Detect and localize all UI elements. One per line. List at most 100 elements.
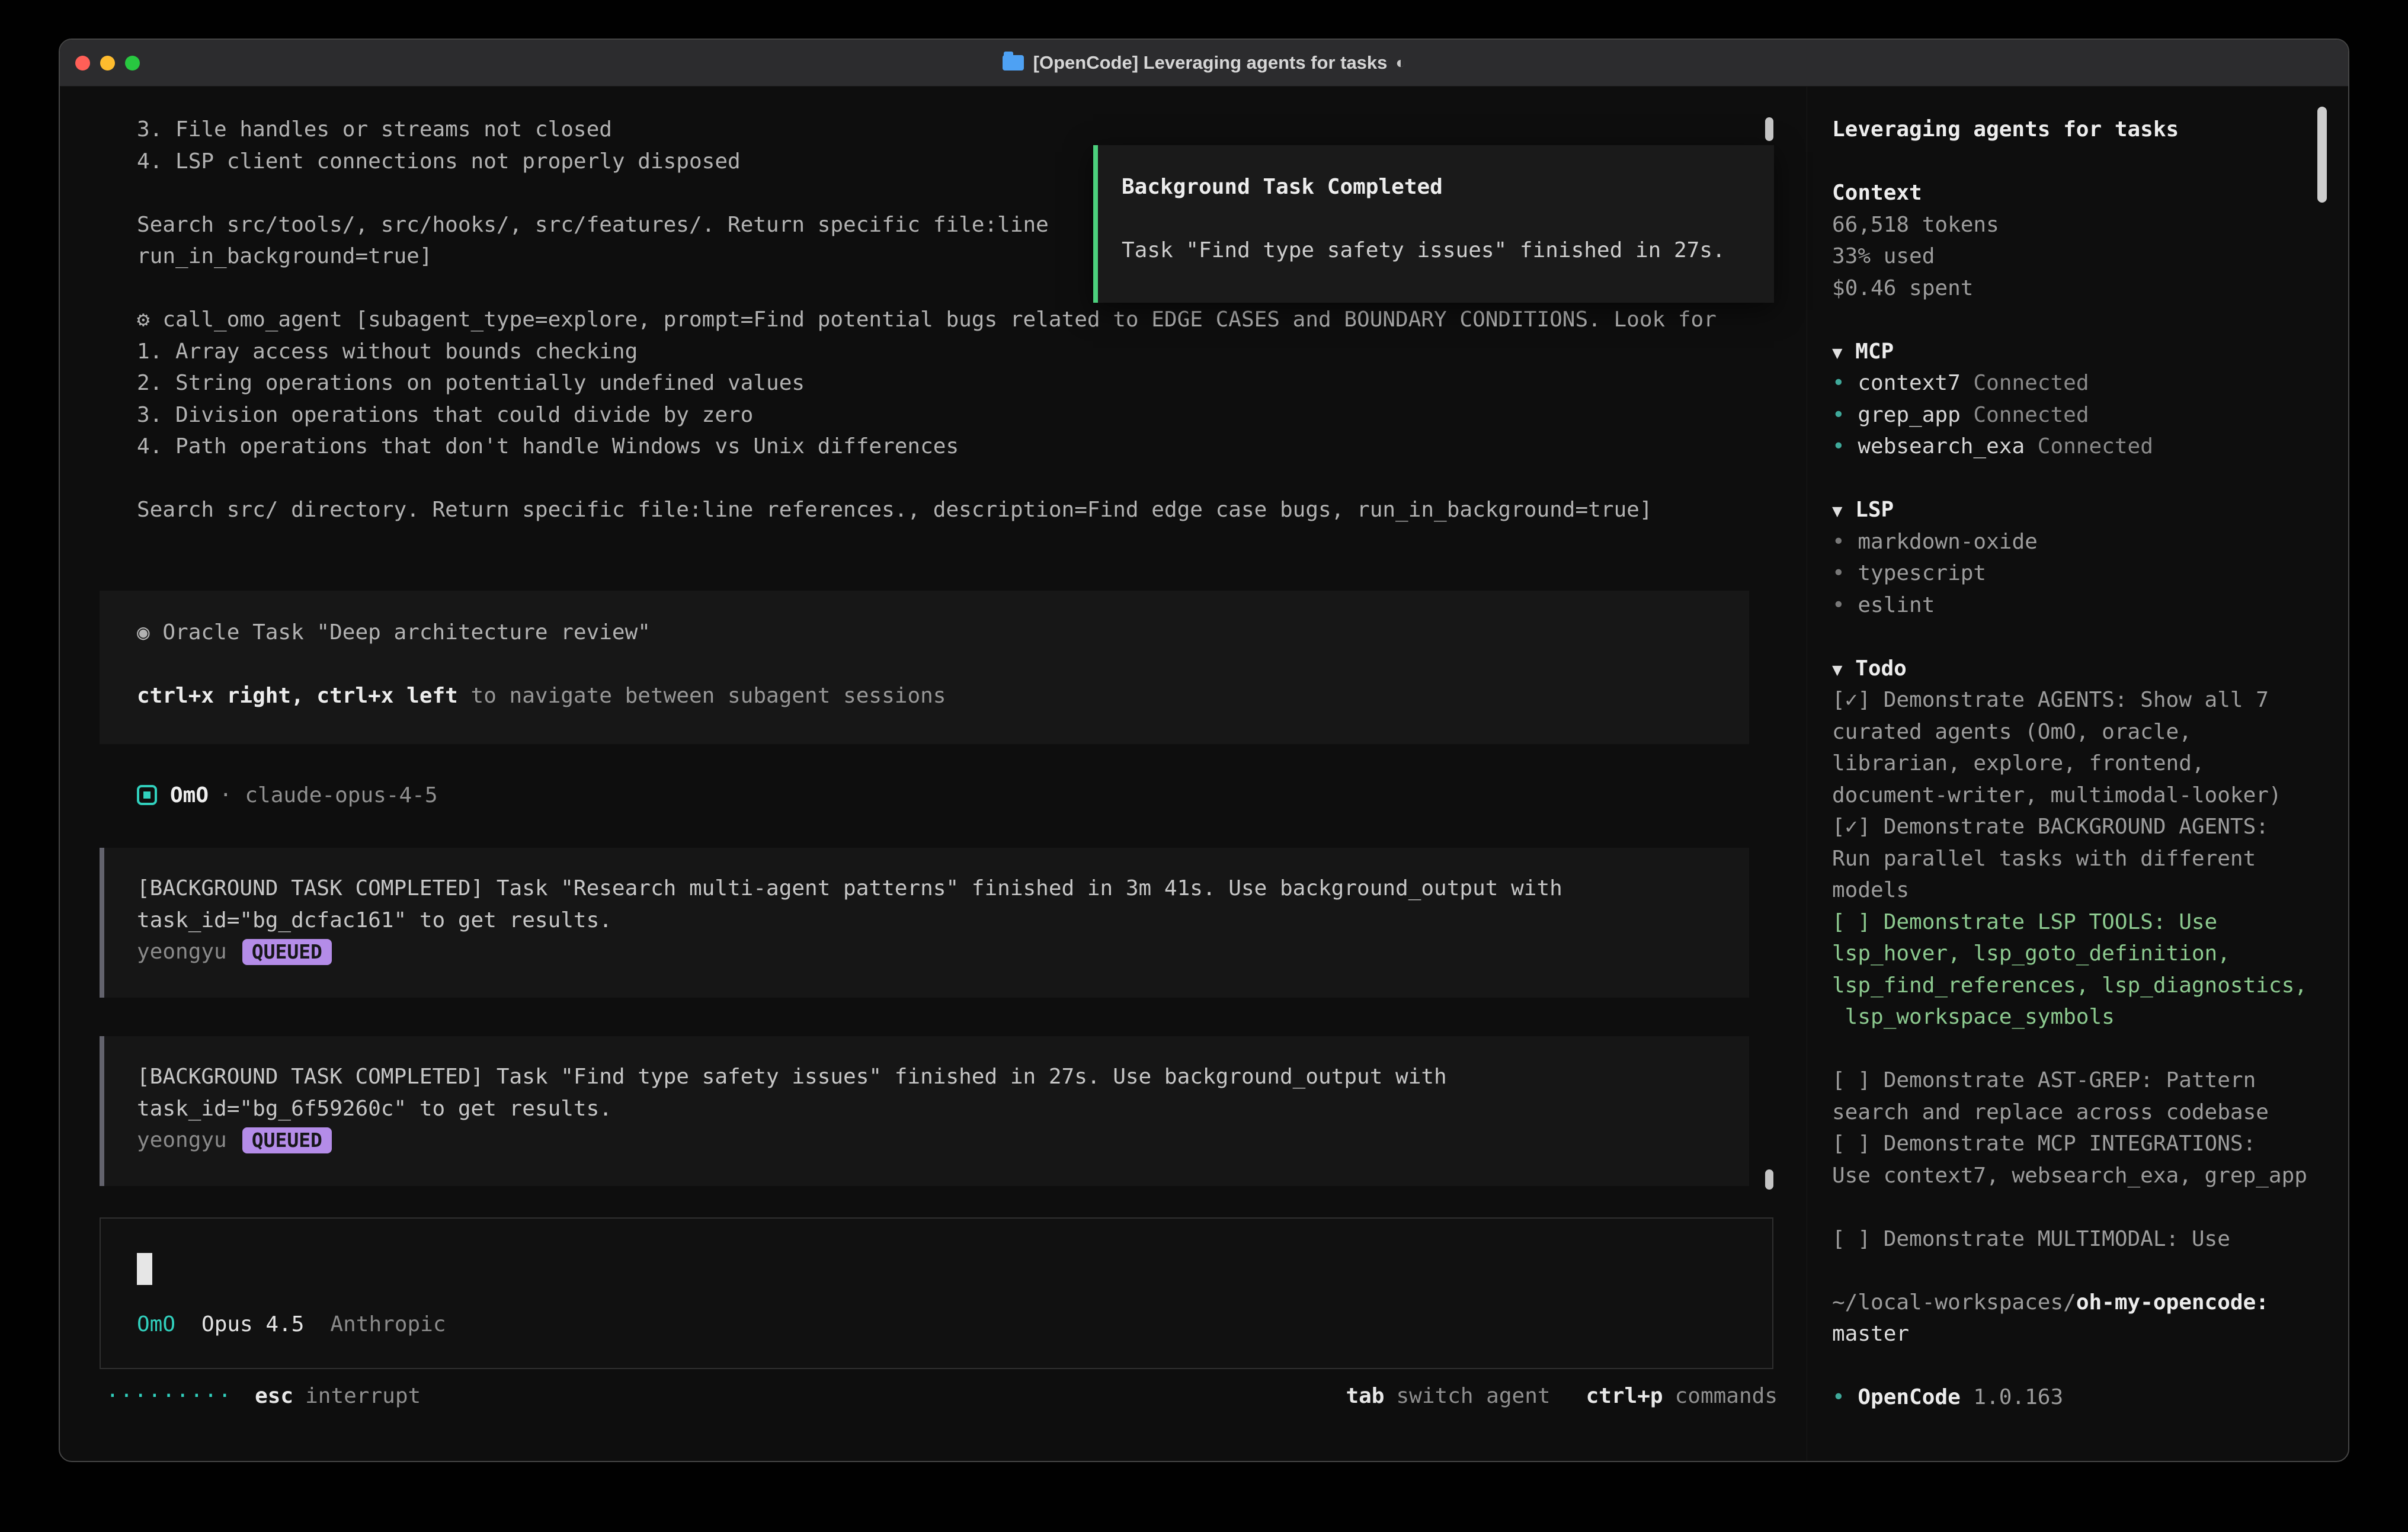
prompt-input[interactable]: OmO Opus 4.5 Anthropic <box>100 1217 1773 1369</box>
oracle-task-panel: ◉ Oracle Task "Deep architecture review"… <box>100 591 1749 744</box>
lsp-section: ▼ LSP • markdown-oxide• typescript• esli… <box>1832 494 2348 621</box>
terminal-window: [OpenCode] Leveraging agents for tasks ◐… <box>59 39 2349 1462</box>
agent-name: OmO <box>170 783 209 807</box>
toast-body: Task "Find type safety issues" finished … <box>1122 235 1756 267</box>
message-line: task_id="bg_dcfac161" to get results. <box>137 905 1749 937</box>
workspace-branch: master <box>1832 1318 2348 1350</box>
version-line: • OpenCode 1.0.163 <box>1832 1382 2348 1414</box>
session-title: Leveraging agents for tasks <box>1832 114 2348 146</box>
todo-section: ▼ Todo [✓] Demonstrate AGENTS: Show all … <box>1832 653 2348 1255</box>
message-block: [BACKGROUND TASK COMPLETED] Task "Resear… <box>100 848 1749 998</box>
agent-icon <box>137 785 157 805</box>
terminal-line: Search src/ directory. Return specific f… <box>137 494 1717 526</box>
agent-header: OmO · claude-opus-4-5 <box>137 779 438 811</box>
message-line: task_id="bg_6f59260c" to get results. <box>137 1093 1749 1125</box>
minimize-button[interactable] <box>100 56 115 70</box>
desktop: [OpenCode] Leveraging agents for tasks ◐… <box>0 0 2408 1532</box>
zoom-button[interactable] <box>125 56 140 70</box>
terminal-line: 2. String operations on potentially unde… <box>137 367 1717 399</box>
input-provider: Anthropic <box>330 1312 446 1337</box>
context-spent: $0.46 spent <box>1832 273 2348 305</box>
context-section: Context 66,518 tokens 33% used $0.46 spe… <box>1832 177 2348 304</box>
todo-line <box>1832 1191 2348 1223</box>
todo-line: Run parallel tasks with different <box>1832 843 2348 875</box>
window-title-text: [OpenCode] Leveraging agents for tasks <box>1033 52 1388 73</box>
ctrlp-key-label: commands <box>1675 1384 1778 1408</box>
mcp-item: • context7 Connected <box>1832 367 2348 399</box>
chat-scrollbar-thumb[interactable] <box>1765 117 1773 141</box>
app-name: OpenCode <box>1858 1385 1960 1409</box>
status-bar: ·········escinterrupt tabswitch agentctr… <box>106 1380 1778 1412</box>
close-button[interactable] <box>75 56 90 70</box>
input-model: Opus 4.5 <box>201 1312 304 1337</box>
lsp-item: • markdown-oxide <box>1832 526 2348 558</box>
chevron-down-icon: ▼ <box>1832 659 1842 680</box>
todo-line: models <box>1832 874 2348 906</box>
todo-heading[interactable]: ▼ Todo <box>1832 653 2348 685</box>
message-meta: yeongyu QUEUED <box>137 1124 1749 1156</box>
todo-line: lsp_workspace_symbols <box>1832 1001 2348 1033</box>
status-left: ········· esc interrupt <box>106 1384 421 1408</box>
version-section: • OpenCode 1.0.163 <box>1832 1382 2348 1414</box>
progress-icon: ◐ <box>1395 53 1405 72</box>
input-agent: OmO <box>137 1312 175 1337</box>
message-user: yeongyu <box>137 1128 227 1152</box>
lsp-item: • typescript <box>1832 557 2348 589</box>
model-line: OmO Opus 4.5 Anthropic <box>137 1312 446 1337</box>
lsp-list: • markdown-oxide• typescript• eslint <box>1832 526 2348 621</box>
spinner-dots: ········· <box>106 1384 232 1408</box>
todo-line: [✓] Demonstrate BACKGROUND AGENTS: <box>1832 811 2348 843</box>
todo-line: [ ] Demonstrate LSP TOOLS: Use <box>1832 906 2348 938</box>
terminal-line: 3. File handles or streams not closed <box>137 114 1717 146</box>
message-block: [BACKGROUND TASK COMPLETED] Task "Find t… <box>100 1036 1749 1186</box>
ctrlp-key-hint: ctrl+p <box>1586 1384 1663 1408</box>
chevron-down-icon: ▼ <box>1832 342 1842 363</box>
esc-key-hint: esc <box>255 1384 293 1408</box>
mcp-item: • websearch_exa Connected <box>1832 431 2348 463</box>
todo-line: search and replace across codebase <box>1832 1097 2348 1129</box>
toast-title: Background Task Completed <box>1122 171 1756 203</box>
tab-key-label: switch agent <box>1396 1384 1550 1408</box>
oracle-task-title: ◉ Oracle Task "Deep architecture review" <box>137 617 1749 649</box>
message-user: yeongyu <box>137 940 227 964</box>
context-used: 33% used <box>1832 241 2348 273</box>
workspace-path: ~/local-workspaces/oh-my-opencode: <box>1832 1287 2348 1319</box>
mcp-section: ▼ MCP • context7 Connected• grep_app Con… <box>1832 336 2348 463</box>
todo-list: [✓] Demonstrate AGENTS: Show all 7curate… <box>1832 684 2348 1255</box>
bullet-icon: • <box>1832 1385 1858 1409</box>
todo-line: [ ] Demonstrate AST-GREP: Pattern <box>1832 1065 2348 1097</box>
mcp-heading[interactable]: ▼ MCP <box>1832 336 2348 368</box>
workspace-section: ~/local-workspaces/oh-my-opencode: maste… <box>1832 1287 2348 1350</box>
lsp-heading[interactable]: ▼ LSP <box>1832 494 2348 526</box>
message-meta: yeongyu QUEUED <box>137 936 1749 968</box>
status-badge: QUEUED <box>242 939 332 965</box>
window-controls <box>75 40 140 86</box>
context-tokens: 66,518 tokens <box>1832 209 2348 241</box>
status-right: tabswitch agentctrl+pcommands <box>1346 1384 1778 1408</box>
oracle-task-hint: ctrl+x right, ctrl+x left to navigate be… <box>137 680 1749 712</box>
sidebar-scrollbar-thumb[interactable] <box>2317 107 2327 203</box>
terminal-line: 4. Path operations that don't handle Win… <box>137 431 1717 463</box>
text-cursor <box>137 1253 152 1285</box>
terminal-line <box>137 463 1717 495</box>
sidebar: Leveraging agents for tasks Context 66,5… <box>1807 86 2348 1461</box>
chat-scrollbar-thumb[interactable] <box>1765 1169 1773 1190</box>
status-badge: QUEUED <box>242 1127 332 1153</box>
esc-key-label: interrupt <box>305 1384 421 1408</box>
todo-line: Use context7, websearch_exa, grep_app <box>1832 1160 2348 1192</box>
hint-keys: ctrl+x right, ctrl+x left <box>137 684 458 708</box>
app-version: 1.0.163 <box>1961 1385 2063 1409</box>
hint-text: to navigate between subagent sessions <box>458 684 946 708</box>
lsp-item: • eslint <box>1832 589 2348 621</box>
todo-line: lsp_hover, lsp_goto_definition, <box>1832 938 2348 970</box>
message-line: [BACKGROUND TASK COMPLETED] Task "Find t… <box>137 1061 1749 1093</box>
window-titlebar[interactable]: [OpenCode] Leveraging agents for tasks ◐ <box>60 40 2348 86</box>
todo-line: curated agents (OmO, oracle, <box>1832 716 2348 748</box>
mcp-item: • grep_app Connected <box>1832 399 2348 431</box>
context-heading: Context <box>1832 177 2348 209</box>
todo-line: [ ] Demonstrate MCP INTEGRATIONS: <box>1832 1128 2348 1160</box>
chevron-down-icon: ▼ <box>1832 501 1842 521</box>
background-task-toast: Background Task Completed Task "Find typ… <box>1093 145 1774 303</box>
terminal-line: 3. Division operations that could divide… <box>137 399 1717 431</box>
todo-line: librarian, explore, frontend, <box>1832 748 2348 780</box>
